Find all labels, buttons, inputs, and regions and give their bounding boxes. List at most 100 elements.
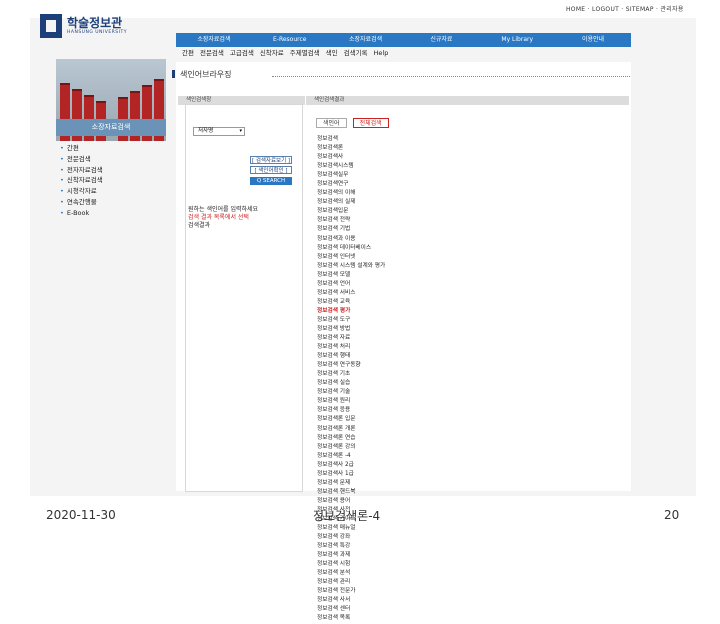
index-term-item[interactable]: 정보검색연구 bbox=[317, 180, 385, 189]
sub-nav-item[interactable]: Help bbox=[374, 48, 389, 59]
index-term-item[interactable]: 정보검색론 -4 bbox=[317, 452, 385, 461]
top-nav: 소장자료검색 E-Resource 소장자료검색 신규자료 My Library… bbox=[176, 33, 631, 47]
index-term-item[interactable]: 정보검색 교육 bbox=[317, 298, 385, 307]
index-term-item[interactable]: 정보검색 언어 bbox=[317, 280, 385, 289]
index-term-item[interactable]: 정보검색 응용 bbox=[317, 406, 385, 415]
index-term-item[interactable]: 정보검색 센터 bbox=[317, 605, 385, 614]
bullet-icon: • bbox=[60, 187, 64, 196]
check-index-button[interactable]: [ 색인어확인 ] bbox=[250, 166, 292, 174]
sidebar-item-label: 전문검색 bbox=[66, 154, 91, 163]
index-term-item[interactable]: 정보검색론 개론 bbox=[317, 425, 385, 434]
index-term-item[interactable]: 정보검색사 2급 bbox=[317, 461, 385, 470]
view-records-button[interactable]: [ 검색자료보기 ] bbox=[250, 156, 292, 164]
index-term-item[interactable]: 정보검색 원리 bbox=[317, 397, 385, 406]
index-term-item[interactable]: 정보검색론 입문 bbox=[317, 415, 385, 424]
sidebar-item[interactable]: • 시청각자료 bbox=[60, 186, 164, 197]
bullet-icon: • bbox=[60, 197, 64, 206]
index-term-item[interactable]: 정보검색 데이터베이스 bbox=[317, 244, 385, 253]
index-term-item[interactable]: 정보검색의 실제 bbox=[317, 198, 385, 207]
index-term-item[interactable]: 정보검색사 1급 bbox=[317, 470, 385, 479]
index-term-item[interactable]: 정보검색 기술 bbox=[317, 388, 385, 397]
index-term-item[interactable]: 정보검색 연구동향 bbox=[317, 361, 385, 370]
bullet-icon: • bbox=[60, 208, 64, 217]
top-nav-item[interactable]: 소장자료검색 bbox=[176, 33, 252, 47]
index-term-item[interactable]: 정보검색의 이해 bbox=[317, 189, 385, 198]
index-term-item[interactable]: 정보검색 기법 bbox=[317, 225, 385, 234]
top-nav-item[interactable]: 신규자료 bbox=[403, 33, 479, 47]
search-field-select[interactable]: 저자명 ▾ bbox=[193, 127, 245, 136]
sidebar-item[interactable]: • 전문검색 bbox=[60, 154, 164, 165]
sub-nav-item[interactable]: 주제별검색 bbox=[290, 48, 320, 59]
logo-subtitle: HANSUNG UNIVERSITY bbox=[67, 30, 127, 35]
title-divider bbox=[272, 76, 630, 77]
index-term-item[interactable]: 정보검색 기초 bbox=[317, 370, 385, 379]
top-nav-item[interactable]: My Library bbox=[479, 33, 555, 47]
index-term-item[interactable]: 정보검색 모델 bbox=[317, 271, 385, 280]
sub-nav: 간편 전문검색 고급검색 신착자료 주제별검색 색인 검색기록 Help bbox=[176, 48, 631, 59]
index-term-item[interactable]: 정보검색 행태 bbox=[317, 352, 385, 361]
sub-nav-item[interactable]: 고급검색 bbox=[230, 48, 254, 59]
top-nav-item[interactable]: 소장자료검색 bbox=[328, 33, 404, 47]
help-text: 검색결과 bbox=[188, 222, 211, 229]
sub-nav-item[interactable]: 검색기록 bbox=[344, 48, 368, 59]
sub-nav-item[interactable]: 간편 bbox=[182, 48, 194, 59]
slide-title: 정보검색론-4 bbox=[313, 509, 381, 523]
index-term-item[interactable]: 정보검색 핸드북 bbox=[317, 488, 385, 497]
sidebar-item[interactable]: • 신착자료검색 bbox=[60, 175, 164, 186]
top-nav-item[interactable]: 이용안내 bbox=[555, 33, 631, 47]
index-term-item[interactable]: 정보검색 과제 bbox=[317, 551, 385, 560]
tab-full-search[interactable]: 전체검색 bbox=[352, 118, 389, 128]
index-term-item[interactable]: 정보검색시스템 bbox=[317, 162, 385, 171]
sidebar-item[interactable]: • 전자자료검색 bbox=[60, 165, 164, 176]
index-term-item[interactable]: 정보검색 분석 bbox=[317, 569, 385, 578]
index-term-item[interactable]: 정보검색 bbox=[317, 135, 385, 144]
search-button[interactable]: Q SEARCH bbox=[250, 177, 292, 185]
library-logo[interactable]: 학술정보관 HANSUNG UNIVERSITY bbox=[40, 12, 160, 42]
index-term-item[interactable]: 정보검색 강좌 bbox=[317, 533, 385, 542]
sidebar-item-label: 연속간행물 bbox=[66, 197, 97, 206]
index-term-item[interactable]: 정보검색 인터넷 bbox=[317, 253, 385, 262]
index-term-item[interactable]: 정보검색 매뉴얼 bbox=[317, 524, 385, 533]
index-term-item[interactable]: 정보검색 용어 bbox=[317, 497, 385, 506]
index-result-list: 정보검색 정보검색론 정보검색사 정보검색시스템 정보검색실무 정보검색연구 정보검색의 이… bbox=[317, 135, 385, 624]
index-term-item[interactable]: 정보검색 관리 bbox=[317, 578, 385, 587]
index-term-item[interactable]: 정보검색론 bbox=[317, 144, 385, 153]
logo-mark-icon bbox=[40, 14, 62, 38]
sidebar-item[interactable]: • 연속간행물 bbox=[60, 197, 164, 208]
utility-nav[interactable]: HOME · LOGOUT · SITEMAP · 관리자용 bbox=[566, 4, 684, 13]
index-term-item[interactable]: 정보검색 전략 bbox=[317, 216, 385, 225]
index-term-item[interactable]: 정보검색 자료 bbox=[317, 334, 385, 343]
index-term-item[interactable]: 정보검색 전문가 bbox=[317, 587, 385, 596]
index-term-item[interactable]: 정보검색 사서 bbox=[317, 596, 385, 605]
index-term-item[interactable]: 정보검색 시험 bbox=[317, 560, 385, 569]
sub-nav-item[interactable]: 신착자료 bbox=[260, 48, 284, 59]
sub-nav-item[interactable]: 색인 bbox=[326, 48, 338, 59]
slide-date: 2020-11-30 bbox=[46, 508, 116, 522]
index-term-item[interactable]: 정보검색 특강 bbox=[317, 542, 385, 551]
index-term-item[interactable]: 정보검색 목록 bbox=[317, 614, 385, 623]
sidebar-item[interactable]: • E-Book bbox=[60, 208, 164, 219]
sidebar-item[interactable]: • 간편 bbox=[60, 143, 164, 154]
index-term-item[interactable]: 정보검색론 강의 bbox=[317, 443, 385, 452]
sidebar-item-label: 시청각자료 bbox=[66, 187, 97, 196]
slide-number: 20 bbox=[664, 508, 680, 522]
index-term-item[interactable]: 정보검색실무 bbox=[317, 171, 385, 180]
index-term-item[interactable]: 정보검색 시스템 설계와 평가 bbox=[317, 262, 385, 271]
bullet-icon: • bbox=[60, 165, 64, 174]
logo-title: 학술정보관 bbox=[67, 16, 123, 30]
index-term-item[interactable]: 정보검색 실습 bbox=[317, 379, 385, 388]
index-term-item[interactable]: 정보검색 처리 bbox=[317, 343, 385, 352]
page-title: 색인어브라우징 bbox=[180, 70, 232, 79]
index-term-item[interactable]: 정보검색입문 bbox=[317, 207, 385, 216]
index-term-item[interactable]: 정보검색 문제 bbox=[317, 479, 385, 488]
top-nav-item[interactable]: E-Resource bbox=[252, 33, 328, 47]
tab-index-term[interactable]: 색인어 bbox=[316, 118, 347, 128]
index-term-item[interactable]: 정보검색사 bbox=[317, 153, 385, 162]
index-term-item[interactable]: 정보검색 서비스 bbox=[317, 289, 385, 298]
index-term-item[interactable]: 정보검색 평가 bbox=[317, 307, 385, 316]
sub-nav-item[interactable]: 전문검색 bbox=[200, 48, 224, 59]
index-term-item[interactable]: 정보검색 방법 bbox=[317, 325, 385, 334]
index-term-item[interactable]: 정보검색과 이용 bbox=[317, 235, 385, 244]
index-term-item[interactable]: 정보검색 도구 bbox=[317, 316, 385, 325]
index-term-item[interactable]: 정보검색론 연습 bbox=[317, 434, 385, 443]
